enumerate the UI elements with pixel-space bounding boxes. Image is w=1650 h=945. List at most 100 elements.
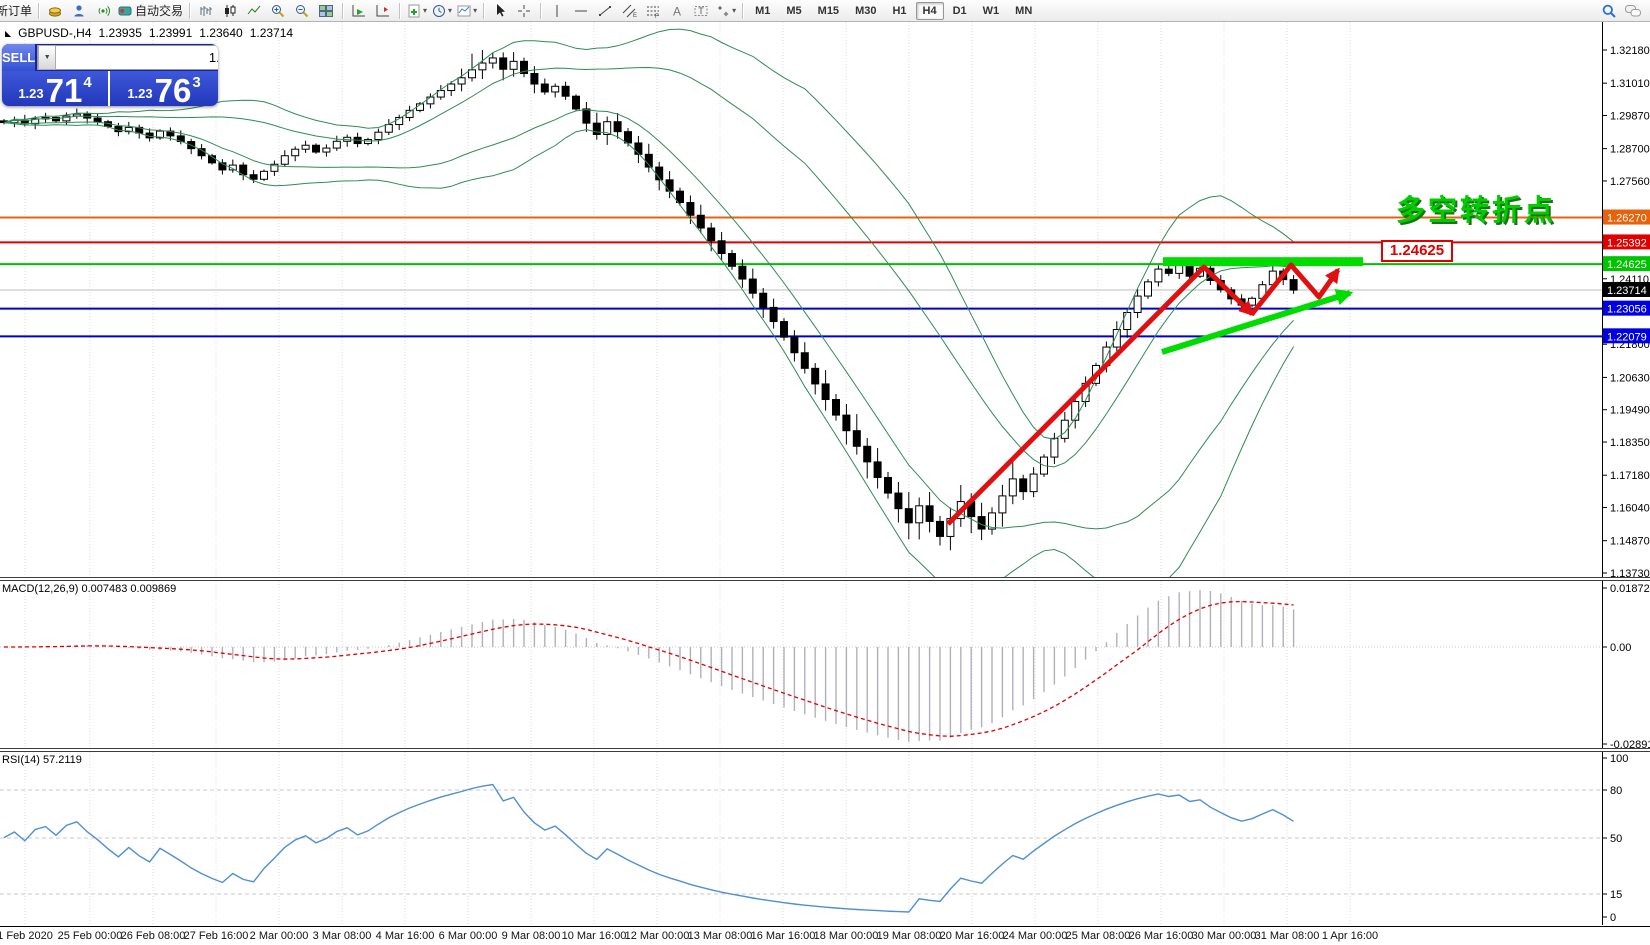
periods-button[interactable]: ▾ bbox=[430, 2, 453, 20]
macd-histogram bbox=[4, 590, 1294, 742]
candlestick-chart-icon bbox=[222, 3, 238, 19]
candle-body bbox=[427, 97, 434, 104]
candle-body bbox=[677, 191, 684, 202]
time-axis-label: 1 Feb 2020 bbox=[0, 930, 53, 942]
indicators-icon bbox=[406, 3, 422, 19]
candle-body bbox=[1072, 402, 1079, 421]
candle-body bbox=[1176, 265, 1183, 273]
arrows-button[interactable]: ▾ bbox=[714, 2, 737, 20]
volume-input[interactable] bbox=[56, 49, 218, 66]
zoom-out-button[interactable] bbox=[291, 2, 313, 20]
timeframe-m15[interactable]: M15 bbox=[811, 2, 846, 20]
candle-body bbox=[541, 84, 548, 92]
price-axis-label: 1.17180 bbox=[1610, 470, 1650, 482]
text-label-button[interactable]: T bbox=[690, 2, 712, 20]
accounts-button[interactable] bbox=[68, 2, 90, 20]
toolbar-separator bbox=[483, 3, 484, 19]
crosshair-button[interactable] bbox=[513, 2, 535, 20]
macd-axis-label: -0.028913 bbox=[1610, 739, 1650, 748]
toolbar: 新订单 自动交易 ▾ ▾ bbox=[0, 0, 1650, 22]
volume-down-button[interactable]: ▼ bbox=[38, 45, 56, 70]
time-axis-label: 10 Mar 16:00 bbox=[562, 930, 627, 942]
candle-body bbox=[729, 254, 736, 267]
community-button[interactable] bbox=[1622, 2, 1644, 20]
candle-body bbox=[562, 86, 569, 96]
sell-price-display[interactable]: 1.23 71 4 bbox=[2, 71, 108, 106]
quote-high: 1.23991 bbox=[149, 26, 192, 40]
sell-price-sup: 4 bbox=[83, 75, 91, 90]
time-axis-label: 9 Mar 08:00 bbox=[502, 930, 561, 942]
time-axis[interactable]: 1 Feb 202025 Feb 00:0026 Feb 08:0027 Feb… bbox=[0, 926, 1650, 945]
price-tag-label: 1.24625 bbox=[1607, 259, 1647, 271]
fibonacci-button[interactable]: F bbox=[642, 2, 664, 20]
candle-body bbox=[999, 496, 1006, 513]
indicators-button[interactable]: ▾ bbox=[405, 2, 428, 20]
signal-icon bbox=[95, 3, 111, 19]
candle-body bbox=[1051, 438, 1058, 457]
resistance-zone-bar[interactable] bbox=[1163, 257, 1363, 266]
price-chart[interactable]: 1.321801.310101.298701.287001.275601.241… bbox=[0, 22, 1650, 577]
candle-body bbox=[739, 266, 746, 279]
candle-body bbox=[323, 148, 330, 152]
candle-body bbox=[1290, 280, 1297, 290]
horizontal-line-button[interactable] bbox=[570, 2, 592, 20]
turning-point-annotation[interactable]: 多空转折点 bbox=[1396, 187, 1556, 229]
svg-text:E: E bbox=[633, 13, 637, 19]
panel-divider[interactable] bbox=[0, 748, 1650, 749]
candle-body bbox=[531, 74, 538, 84]
timeframe-m5[interactable]: M5 bbox=[779, 2, 808, 20]
new-order-button[interactable]: 新订单 bbox=[1, 2, 33, 20]
timeframe-mn[interactable]: MN bbox=[1008, 2, 1039, 20]
signals-button[interactable] bbox=[92, 2, 114, 20]
candle-body bbox=[489, 58, 496, 63]
trendline-icon bbox=[597, 3, 613, 19]
trendline-button[interactable] bbox=[594, 2, 616, 20]
candle-body bbox=[458, 78, 465, 84]
line-chart-button[interactable] bbox=[243, 2, 265, 20]
svg-text:T: T bbox=[698, 6, 704, 16]
candlestick-chart-button[interactable] bbox=[219, 2, 241, 20]
search-button[interactable] bbox=[1598, 2, 1620, 20]
candle-body bbox=[385, 125, 392, 133]
rsi-chart[interactable]: 1008050150 bbox=[0, 752, 1650, 925]
tile-windows-button[interactable] bbox=[315, 2, 337, 20]
text-button[interactable]: A bbox=[666, 2, 688, 20]
line-chart-icon bbox=[246, 3, 262, 19]
candle-body bbox=[1009, 479, 1016, 496]
buy-price-display[interactable]: 1.23 76 3 bbox=[110, 71, 218, 106]
quote-low: 1.23640 bbox=[199, 26, 242, 40]
price-tag-label: 1.23056 bbox=[1607, 304, 1647, 316]
sell-button[interactable]: SELL bbox=[2, 44, 35, 71]
timeframe-m30[interactable]: M30 bbox=[848, 2, 883, 20]
candle-body bbox=[635, 143, 642, 154]
cursor-icon bbox=[492, 3, 508, 19]
timeframe-h4[interactable]: H4 bbox=[916, 2, 944, 20]
macd-chart[interactable]: 0.0187210.00-0.028913 bbox=[0, 581, 1650, 748]
templates-button[interactable]: ▾ bbox=[455, 2, 478, 20]
clock-icon bbox=[431, 3, 447, 19]
toolbar-separator bbox=[540, 3, 541, 19]
candle-body bbox=[1020, 479, 1027, 492]
candle-body bbox=[250, 175, 257, 180]
resistance-price-box[interactable]: 1.24625 bbox=[1381, 240, 1453, 262]
cursor-button[interactable] bbox=[489, 2, 511, 20]
symbols-button[interactable] bbox=[44, 2, 66, 20]
timeframe-w1[interactable]: W1 bbox=[976, 2, 1007, 20]
zoom-in-button[interactable] bbox=[267, 2, 289, 20]
bollinger-band bbox=[4, 110, 1294, 529]
autotrade-button[interactable]: 自动交易 bbox=[116, 2, 184, 20]
bar-chart-button[interactable] bbox=[195, 2, 217, 20]
chart-shift-button[interactable] bbox=[372, 2, 394, 20]
equidistant-channel-button[interactable]: E bbox=[618, 2, 640, 20]
candle-body bbox=[666, 180, 673, 191]
timeframe-h1[interactable]: H1 bbox=[885, 2, 913, 20]
panel-divider[interactable] bbox=[0, 577, 1650, 578]
price-tag-label: 1.25392 bbox=[1607, 237, 1647, 249]
time-axis-label: 4 Mar 16:00 bbox=[376, 930, 435, 942]
timeframe-m1[interactable]: M1 bbox=[748, 2, 777, 20]
red-trend-arrow[interactable] bbox=[948, 267, 1252, 524]
auto-scroll-button[interactable] bbox=[348, 2, 370, 20]
vertical-line-button[interactable] bbox=[546, 2, 568, 20]
timeframe-d1[interactable]: D1 bbox=[946, 2, 974, 20]
candlesticks[interactable] bbox=[1, 50, 1298, 550]
